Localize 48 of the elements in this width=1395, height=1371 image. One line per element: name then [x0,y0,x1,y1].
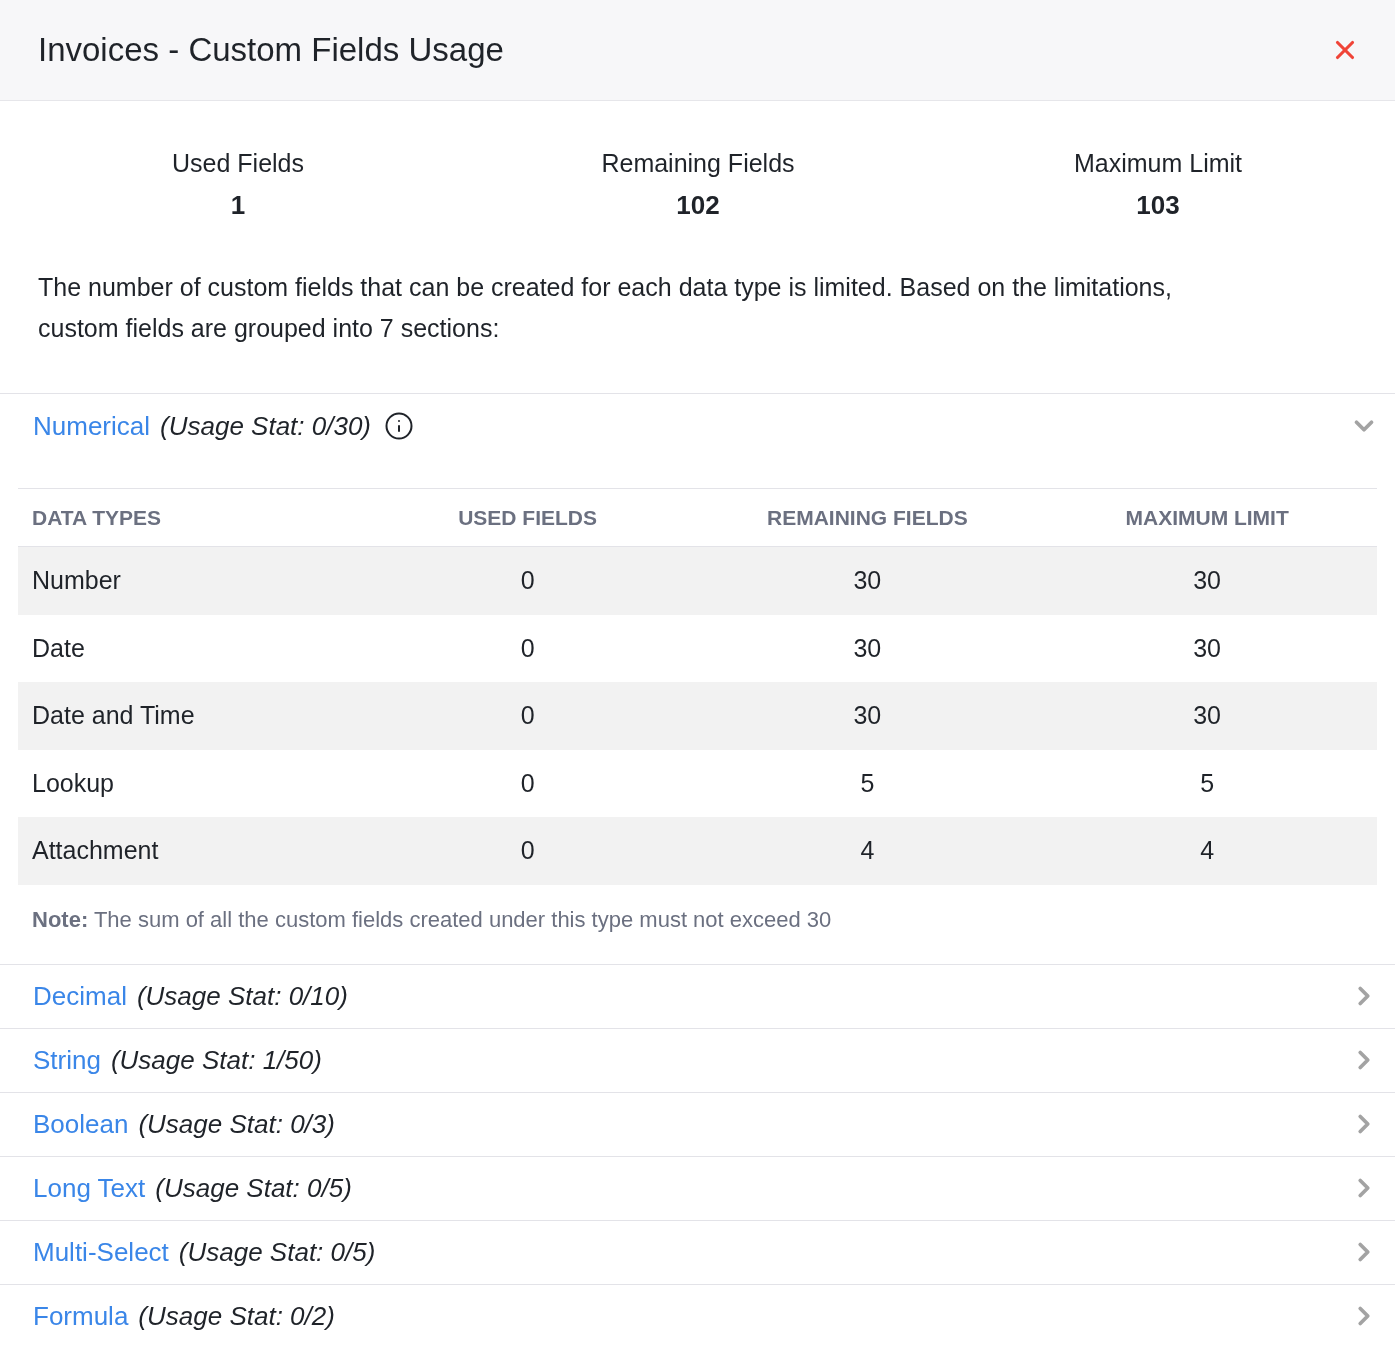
table-cell-text: 5 [860,767,875,799]
stat-value: 1 [230,189,246,221]
table-cell-text: Date and Time [31,700,195,731]
dialog-title: Invoices - Custom Fields Usage [38,30,504,71]
usage-stat: (Usage Stat: 0/5) [155,1171,352,1205]
section-link[interactable]: String [33,1040,101,1080]
stat-label: Maximum Limit [1073,148,1243,179]
info-icon[interactable] [384,411,415,441]
section-link[interactable]: Decimal [33,976,127,1016]
section-link[interactable]: Numerical [33,406,151,446]
table-cell-text: 0 [520,835,535,866]
table-cell-text: 30 [1193,700,1222,731]
table-cell-text: 30 [1193,632,1222,664]
table-cell-text: Date [31,632,85,664]
table-cell-text: 4 [860,835,875,866]
usage-stat: (Usage Stat: 0/10) [136,979,348,1013]
table-cell-text: 0 [520,632,535,664]
table-cell-text: 0 [520,565,535,596]
table-cell-text: 4 [1200,835,1215,866]
table-cell-text: 30 [1193,565,1222,596]
table-cell-text: 30 [853,632,882,664]
table-cell-text: 30 [853,700,882,731]
table-cell-text: 0 [520,767,535,799]
column-header: USED FIELDS [458,504,598,531]
section-link[interactable]: Long Text [33,1168,146,1208]
section-link[interactable]: Boolean [33,1104,129,1144]
table-cell-text: Attachment [31,835,159,866]
table-cell-text: 30 [853,565,882,596]
section-link[interactable]: Formula [33,1296,129,1336]
description-text: The number of custom fields that can be created for each data type is limited. Based on the limitations, custom fields are grouped into 7 sections: [38,272,1173,344]
usage-stat: (Usage Stat: 0/30) [160,409,372,443]
stat-label: Used Fields [172,148,304,179]
stat-value: 103 [1136,189,1180,221]
stat-value: 102 [676,189,720,221]
table-cell-text: Lookup [31,767,115,799]
usage-stat: (Usage Stat: 0/5) [178,1235,376,1269]
table-cell-text: 5 [1200,767,1215,799]
usage-stat: (Usage Stat: 1/50) [110,1043,322,1077]
stat-label: Remaining Fields [601,148,795,179]
column-header: MAXIMUM LIMIT [1125,504,1289,531]
section-link[interactable]: Multi-Select [33,1232,169,1272]
table-cell-text: Number [31,565,121,596]
table-cell-text: 0 [520,700,535,731]
note-text: Note: The sum of all the custom fields created under this type must not exceed 30 [32,905,832,934]
column-header: REMAINING FIELDS [767,504,968,531]
column-header: DATA TYPES [31,504,162,531]
usage-stat: (Usage Stat: 0/2) [138,1299,335,1333]
usage-stat: (Usage Stat: 0/3) [138,1107,335,1141]
